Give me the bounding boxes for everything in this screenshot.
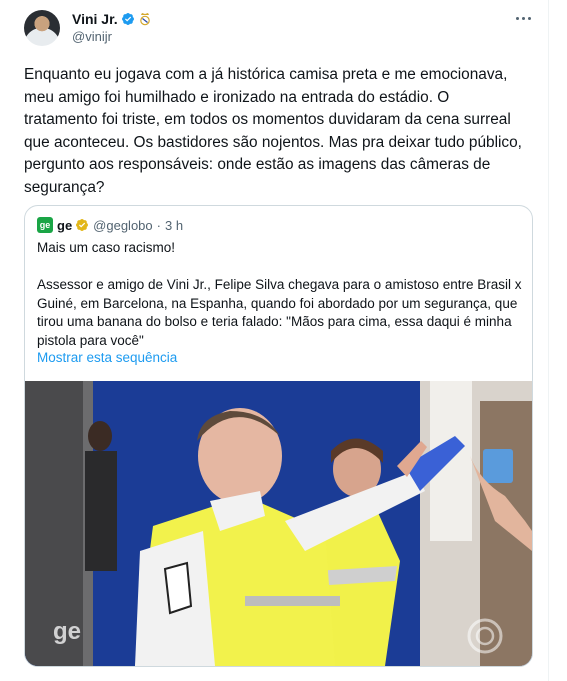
quote-text: Mais um caso racismo! Assessor e amigo d… — [37, 240, 522, 348]
quote-timestamp[interactable]: 3 h — [165, 218, 183, 233]
quote-author-handle: @geglobo — [93, 217, 153, 233]
tweet: Vini Jr. @vinijr Enquanto eu jogava com … — [0, 0, 549, 681]
author-handle[interactable]: @vinijr — [72, 29, 112, 44]
quote-video[interactable]: ge — [25, 381, 532, 666]
gold-check-icon — [76, 219, 89, 231]
tweet-text: Enquanto eu jogava com a já histórica ca… — [24, 66, 527, 196]
quote-header: ge ge @geglobo · 3 h — [37, 217, 183, 233]
video-frame: ge — [25, 381, 532, 666]
club-badge-icon — [139, 13, 150, 26]
author-name[interactable]: Vini Jr. — [72, 11, 118, 27]
separator-dot: · — [156, 217, 161, 233]
more-icon[interactable] — [510, 8, 536, 28]
show-thread-link[interactable]: Mostrar esta sequência — [37, 350, 177, 365]
quote-avatar[interactable]: ge — [37, 217, 53, 233]
quoted-tweet[interactable]: ge ge @geglobo · 3 h Mais um caso racism… — [24, 205, 533, 667]
verified-icon — [121, 13, 134, 25]
quote-author-name[interactable]: ge — [57, 218, 72, 233]
author-row: Vini Jr. — [72, 10, 151, 28]
ge-watermark: ge — [53, 618, 81, 645]
avatar[interactable] — [24, 10, 60, 46]
